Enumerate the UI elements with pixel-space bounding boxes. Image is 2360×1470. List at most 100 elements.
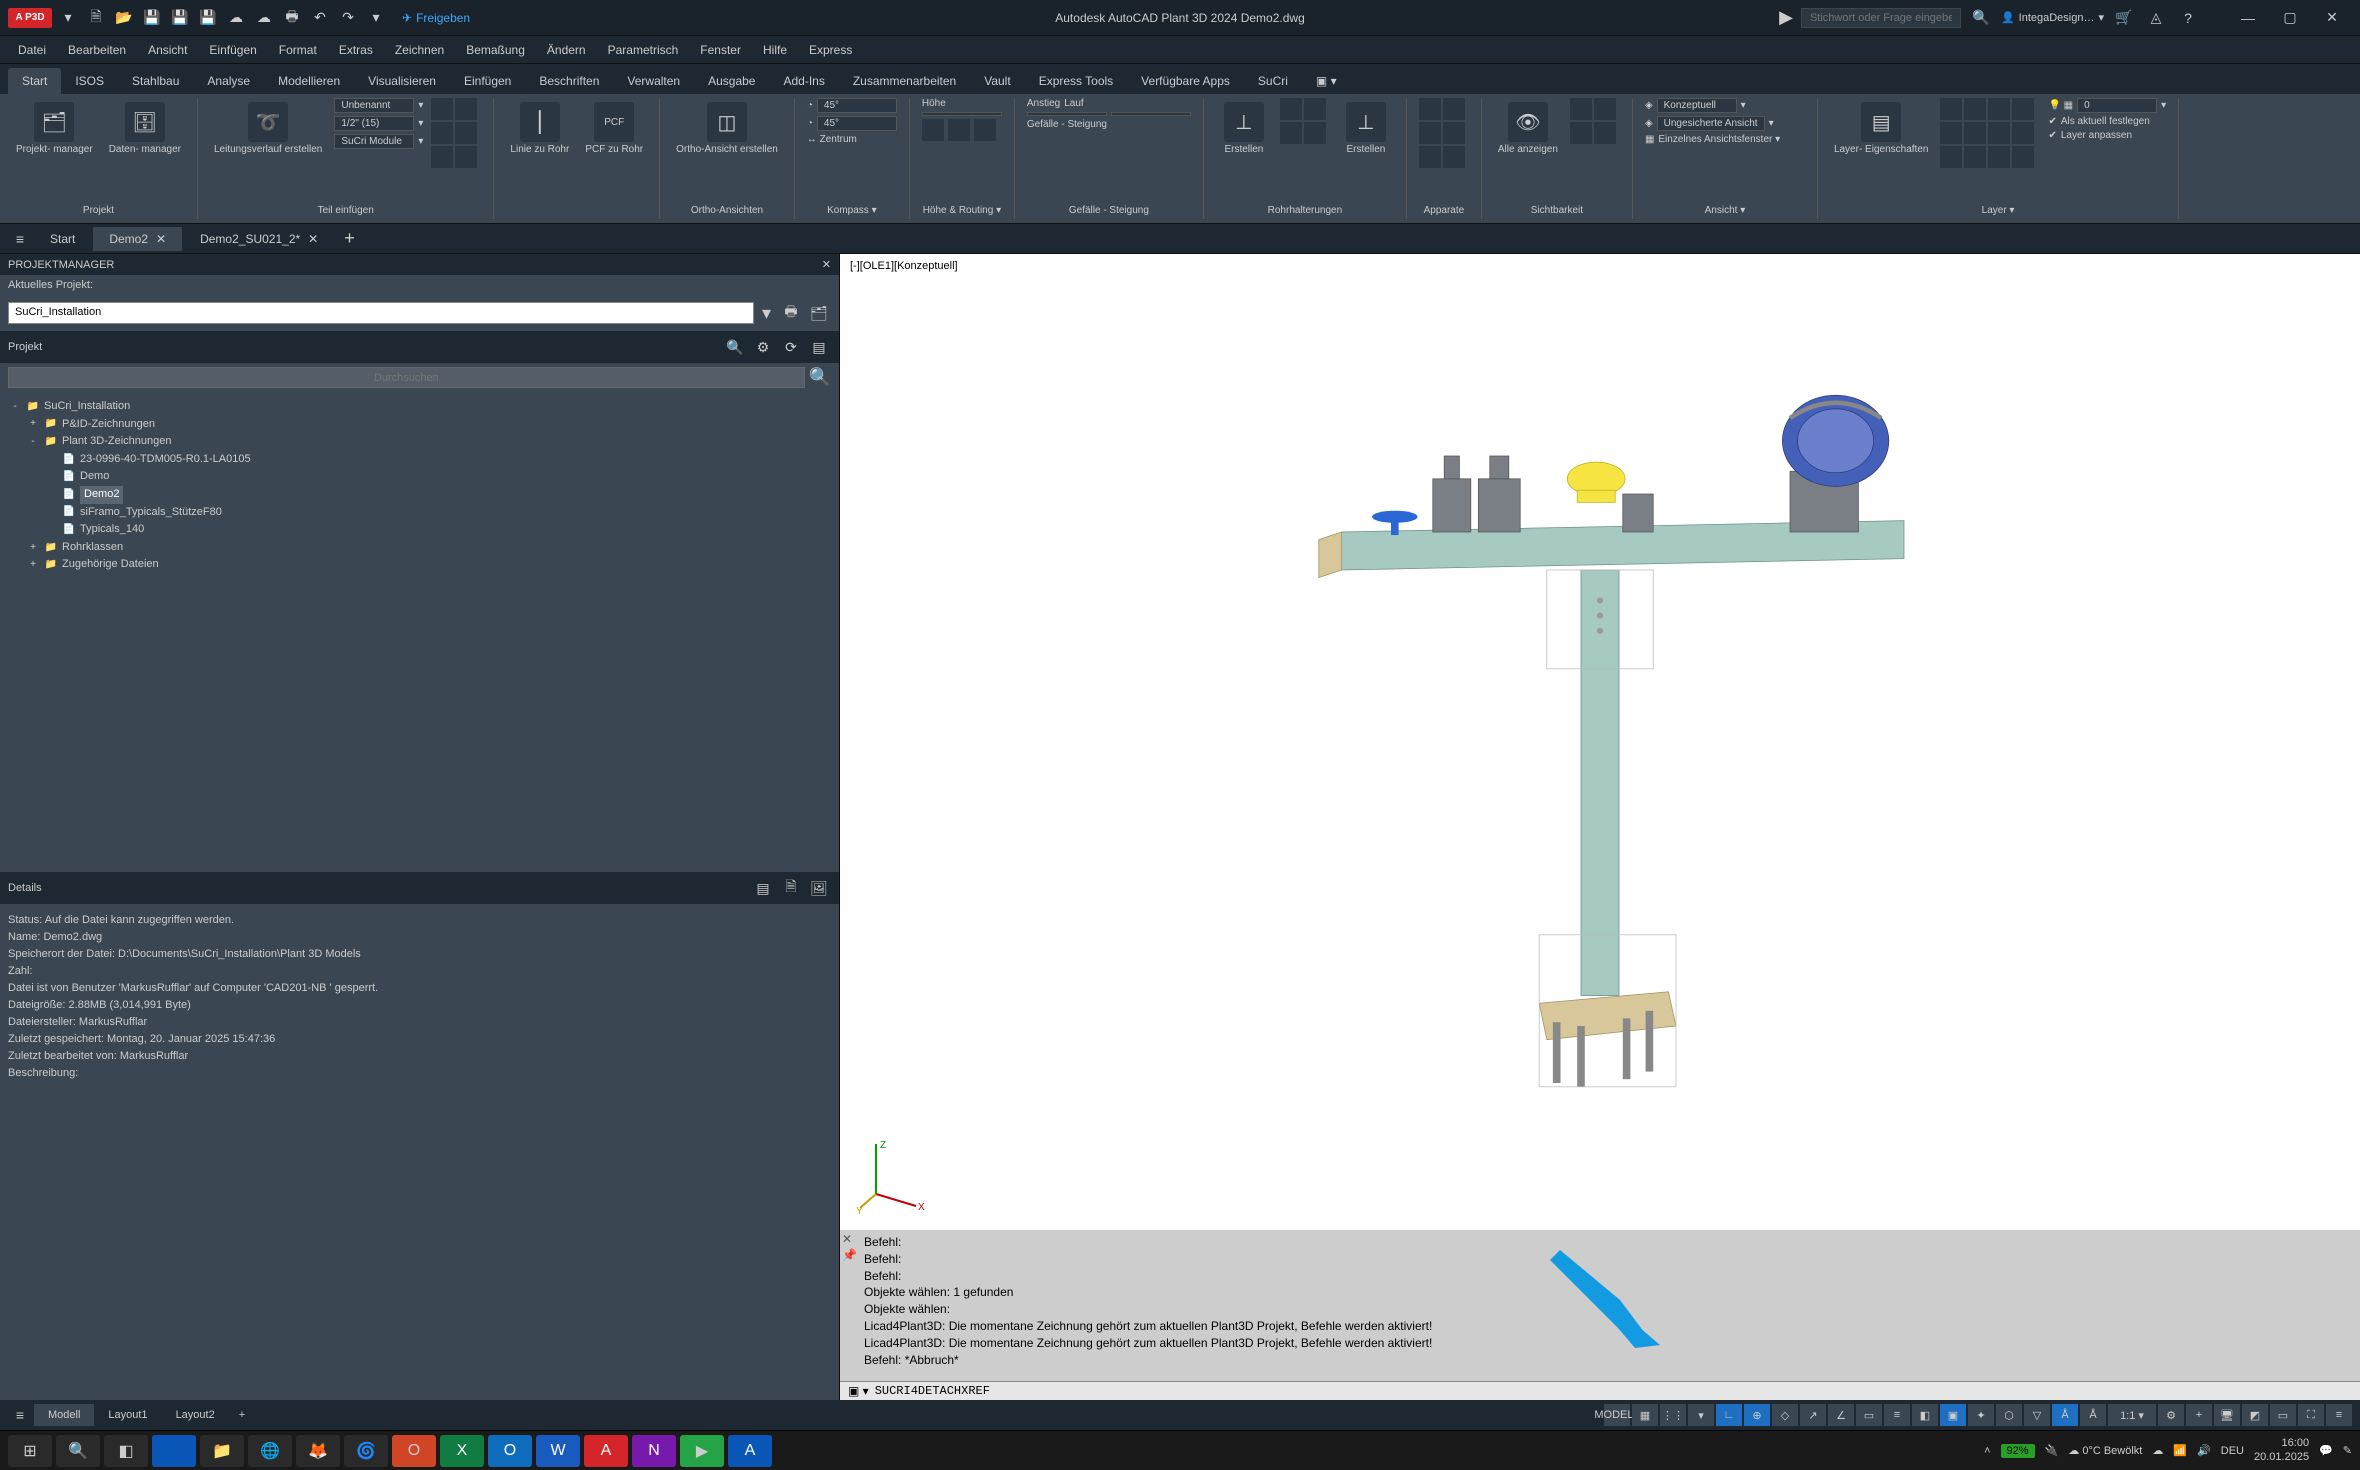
doc-tabs-menu[interactable]: ≡ bbox=[8, 227, 32, 251]
tray-volume-icon[interactable]: 🔊 bbox=[2197, 1444, 2211, 1457]
panel-title[interactable]: Projekt bbox=[12, 202, 185, 219]
status-modell[interactable]: MODELL bbox=[1604, 1404, 1630, 1426]
panel-title[interactable]: Sichtbarkeit bbox=[1494, 202, 1620, 219]
tiny-btn[interactable] bbox=[431, 98, 453, 120]
minimize-button[interactable]: — bbox=[2228, 6, 2268, 30]
module-select[interactable]: SuCri Module▾ bbox=[334, 134, 423, 149]
menu-bemaßung[interactable]: Bemaßung bbox=[456, 39, 535, 61]
status-cube-icon[interactable]: ◩ bbox=[2242, 1404, 2268, 1426]
command-prompt-icon[interactable]: ▣ ▾ bbox=[848, 1384, 869, 1398]
tiny-btn[interactable] bbox=[1419, 122, 1441, 144]
status-dropdown-icon[interactable]: ▾ bbox=[1688, 1404, 1714, 1426]
cmd-pin-icon[interactable]: 📌 bbox=[842, 1248, 857, 1262]
ribbon-tab-zusammenarbeiten[interactable]: Zusammenarbeiten bbox=[839, 68, 970, 94]
tray-battery[interactable]: 92% bbox=[2001, 1444, 2035, 1458]
tiny-btn[interactable] bbox=[1940, 98, 1962, 120]
search-button[interactable]: 🔍 bbox=[56, 1435, 100, 1467]
doc-tab[interactable]: Demo2✕ bbox=[93, 227, 182, 251]
tiny-btn[interactable] bbox=[1940, 122, 1962, 144]
create-support2-button[interactable]: ⊥Erstellen bbox=[1338, 98, 1394, 159]
ribbon-overflow[interactable]: ▣ ▾ bbox=[1302, 68, 1351, 94]
make-current-button[interactable]: ✔ Als aktuell festlegen bbox=[2048, 116, 2166, 127]
doc-tab[interactable]: Demo2_SU021_2*✕ bbox=[184, 227, 334, 251]
visual-style-select[interactable]: ◈ Konzeptuell▾ bbox=[1645, 98, 1805, 113]
tiny-btn[interactable] bbox=[1988, 122, 2010, 144]
ribbon-tab-start[interactable]: Start bbox=[8, 68, 61, 94]
pm-action-icon[interactable]: 🖶 bbox=[779, 301, 803, 325]
status-ann-icon[interactable]: Å bbox=[2052, 1404, 2078, 1426]
size-select[interactable]: 1/2" (15)▾ bbox=[334, 116, 423, 131]
tray-pen-icon[interactable]: ✎ bbox=[2343, 1444, 2352, 1457]
panel-title[interactable]: Kompass ▾ bbox=[807, 202, 897, 219]
panel-title[interactable]: Gefälle - Steigung bbox=[1027, 202, 1191, 219]
ribbon-tab-add-ins[interactable]: Add-Ins bbox=[769, 68, 838, 94]
layout-tab[interactable]: Layout2 bbox=[162, 1404, 229, 1426]
ribbon-tab-vault[interactable]: Vault bbox=[970, 68, 1024, 94]
ribbon-tab-verwalten[interactable]: Verwalten bbox=[613, 68, 694, 94]
menu-zeichnen[interactable]: Zeichnen bbox=[385, 39, 454, 61]
add-layout-button[interactable]: + bbox=[231, 1409, 253, 1421]
tray-clock[interactable]: 16:00 20.01.2025 bbox=[2254, 1437, 2309, 1463]
tree-node[interactable]: -📁SuCri_Installation bbox=[8, 398, 831, 416]
tiny-btn[interactable] bbox=[1988, 98, 2010, 120]
tiny-btn[interactable] bbox=[1419, 146, 1441, 168]
panel-title[interactable]: Höhe & Routing ▾ bbox=[922, 202, 1002, 219]
height-input[interactable] bbox=[922, 112, 1002, 116]
tray-lang[interactable]: DEU bbox=[2221, 1445, 2244, 1457]
status-clean-icon[interactable]: ▭ bbox=[2270, 1404, 2296, 1426]
tiny-btn[interactable] bbox=[431, 146, 453, 168]
taskbar-app[interactable]: O bbox=[392, 1435, 436, 1467]
status-snap-icon[interactable]: ⋮⋮ bbox=[1660, 1404, 1686, 1426]
status-iso-icon[interactable]: ◇ bbox=[1772, 1404, 1798, 1426]
layer-props-button[interactable]: ▤Layer- Eigenschaften bbox=[1830, 98, 1933, 159]
saveall-icon[interactable]: 💾 bbox=[196, 6, 220, 30]
panel-title[interactable]: Teil einfügen bbox=[210, 202, 481, 219]
tiny-btn[interactable] bbox=[455, 122, 477, 144]
status-otrack-icon[interactable]: ↗ bbox=[1800, 1404, 1826, 1426]
tab-close-icon[interactable]: ✕ bbox=[156, 232, 166, 246]
create-support-button[interactable]: ⊥Erstellen bbox=[1216, 98, 1272, 159]
angle2-input[interactable]: ◔ 45° bbox=[807, 116, 897, 131]
status-annscale-icon[interactable]: Å bbox=[2080, 1404, 2106, 1426]
taskbar-excel[interactable]: X bbox=[440, 1435, 484, 1467]
layout-tab[interactable]: Layout1 bbox=[94, 1404, 161, 1426]
tiny-btn[interactable] bbox=[1443, 122, 1465, 144]
tiny-btn[interactable] bbox=[1594, 98, 1616, 120]
cart-icon[interactable]: 🛒 bbox=[2112, 6, 2136, 30]
slope-button[interactable]: Gefälle - Steigung bbox=[1027, 119, 1191, 130]
plot-icon[interactable]: 🖶 bbox=[280, 6, 304, 30]
ribbon-tab-express-tools[interactable]: Express Tools bbox=[1025, 68, 1127, 94]
new-tab-button[interactable]: + bbox=[336, 228, 363, 249]
pcf-to-pipe-button[interactable]: PCFPCF zu Rohr bbox=[581, 98, 647, 159]
tiny-btn[interactable] bbox=[1570, 98, 1592, 120]
drawing-canvas[interactable]: [-][OLE1][Konzeptuell] bbox=[840, 254, 2360, 1230]
pm-tool-icon[interactable]: ⟳ bbox=[779, 335, 803, 359]
menu-ändern[interactable]: Ändern bbox=[537, 39, 596, 61]
menu-express[interactable]: Express bbox=[799, 39, 862, 61]
tiny-btn[interactable] bbox=[455, 98, 477, 120]
taskbar-outlook[interactable]: O bbox=[488, 1435, 532, 1467]
status-custom-icon[interactable]: ≡ bbox=[2326, 1404, 2352, 1426]
user-account[interactable]: 👤 IntegaDesign… ▾ bbox=[2001, 11, 2104, 24]
ribbon-tab-isos[interactable]: ISOS bbox=[61, 68, 118, 94]
ribbon-tab-beschriften[interactable]: Beschriften bbox=[525, 68, 613, 94]
status-gizmo-icon[interactable]: ✦ bbox=[1968, 1404, 1994, 1426]
tree-node[interactable]: -📁Plant 3D-Zeichnungen bbox=[8, 433, 831, 451]
saved-view-select[interactable]: ◈ Ungesicherte Ansicht▾ bbox=[1645, 116, 1805, 131]
show-all-button[interactable]: 👁Alle anzeigen bbox=[1494, 98, 1562, 159]
data-manager-button[interactable]: 🗄Daten- manager bbox=[105, 98, 185, 159]
help-icon[interactable]: ? bbox=[2176, 6, 2200, 30]
taskbar-edge[interactable]: 🌀 bbox=[344, 1435, 388, 1467]
cloud2-icon[interactable]: ☁ bbox=[252, 6, 276, 30]
center-button[interactable]: ↔ Zentrum bbox=[807, 134, 897, 145]
open-icon[interactable]: 📂 bbox=[112, 6, 136, 30]
status-lwt-icon[interactable]: ≡ bbox=[1884, 1404, 1910, 1426]
tiny-btn[interactable] bbox=[1280, 122, 1302, 144]
panel-title[interactable]: Apparate bbox=[1419, 202, 1469, 219]
tab-close-icon[interactable]: ✕ bbox=[308, 232, 318, 246]
tiny-btn[interactable] bbox=[1443, 98, 1465, 120]
status-osnap-icon[interactable]: ∠ bbox=[1828, 1404, 1854, 1426]
autodesk-icon[interactable]: ◬ bbox=[2144, 6, 2168, 30]
route-line-button[interactable]: ➰Leitungsverlauf erstellen bbox=[210, 98, 326, 159]
tree-node[interactable]: 📄siFramo_Typicals_StützeF80 bbox=[8, 504, 831, 522]
